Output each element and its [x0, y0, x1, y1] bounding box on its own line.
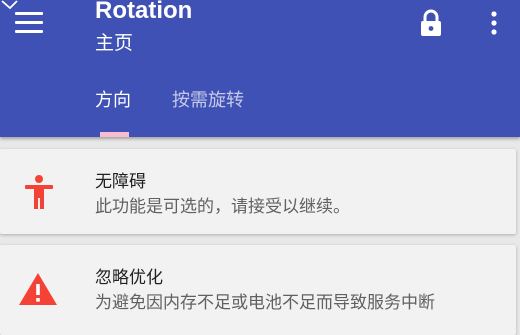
tab-indicator — [100, 132, 129, 137]
more-options-icon[interactable] — [482, 8, 506, 38]
ignore-optimization-description: 为避免因内存不足或电池不足而导致服务中断 — [95, 293, 435, 313]
ignore-optimization-title: 忽略优化 — [95, 268, 163, 288]
warning-icon — [19, 273, 57, 305]
accessibility-description: 此功能是可选的，请接受以继续。 — [95, 197, 350, 217]
accessibility-icon — [25, 175, 53, 209]
app-bar: Rotation 主页 方向 按需旋转 — [0, 0, 520, 137]
tab-on-demand-rotation[interactable]: 按需旋转 — [172, 89, 244, 113]
ignore-optimization-card[interactable]: 忽略优化 为避免因内存不足或电池不足而导致服务中断 — [0, 245, 516, 335]
accessibility-title: 无障碍 — [95, 172, 146, 192]
lock-icon[interactable] — [416, 8, 446, 38]
tab-direction[interactable]: 方向 — [95, 89, 131, 113]
app-title: Rotation — [95, 0, 193, 24]
menu-button[interactable] — [13, 10, 45, 36]
accessibility-card[interactable]: 无障碍 此功能是可选的，请接受以继续。 — [0, 149, 516, 234]
app-subtitle: 主页 — [95, 32, 134, 54]
